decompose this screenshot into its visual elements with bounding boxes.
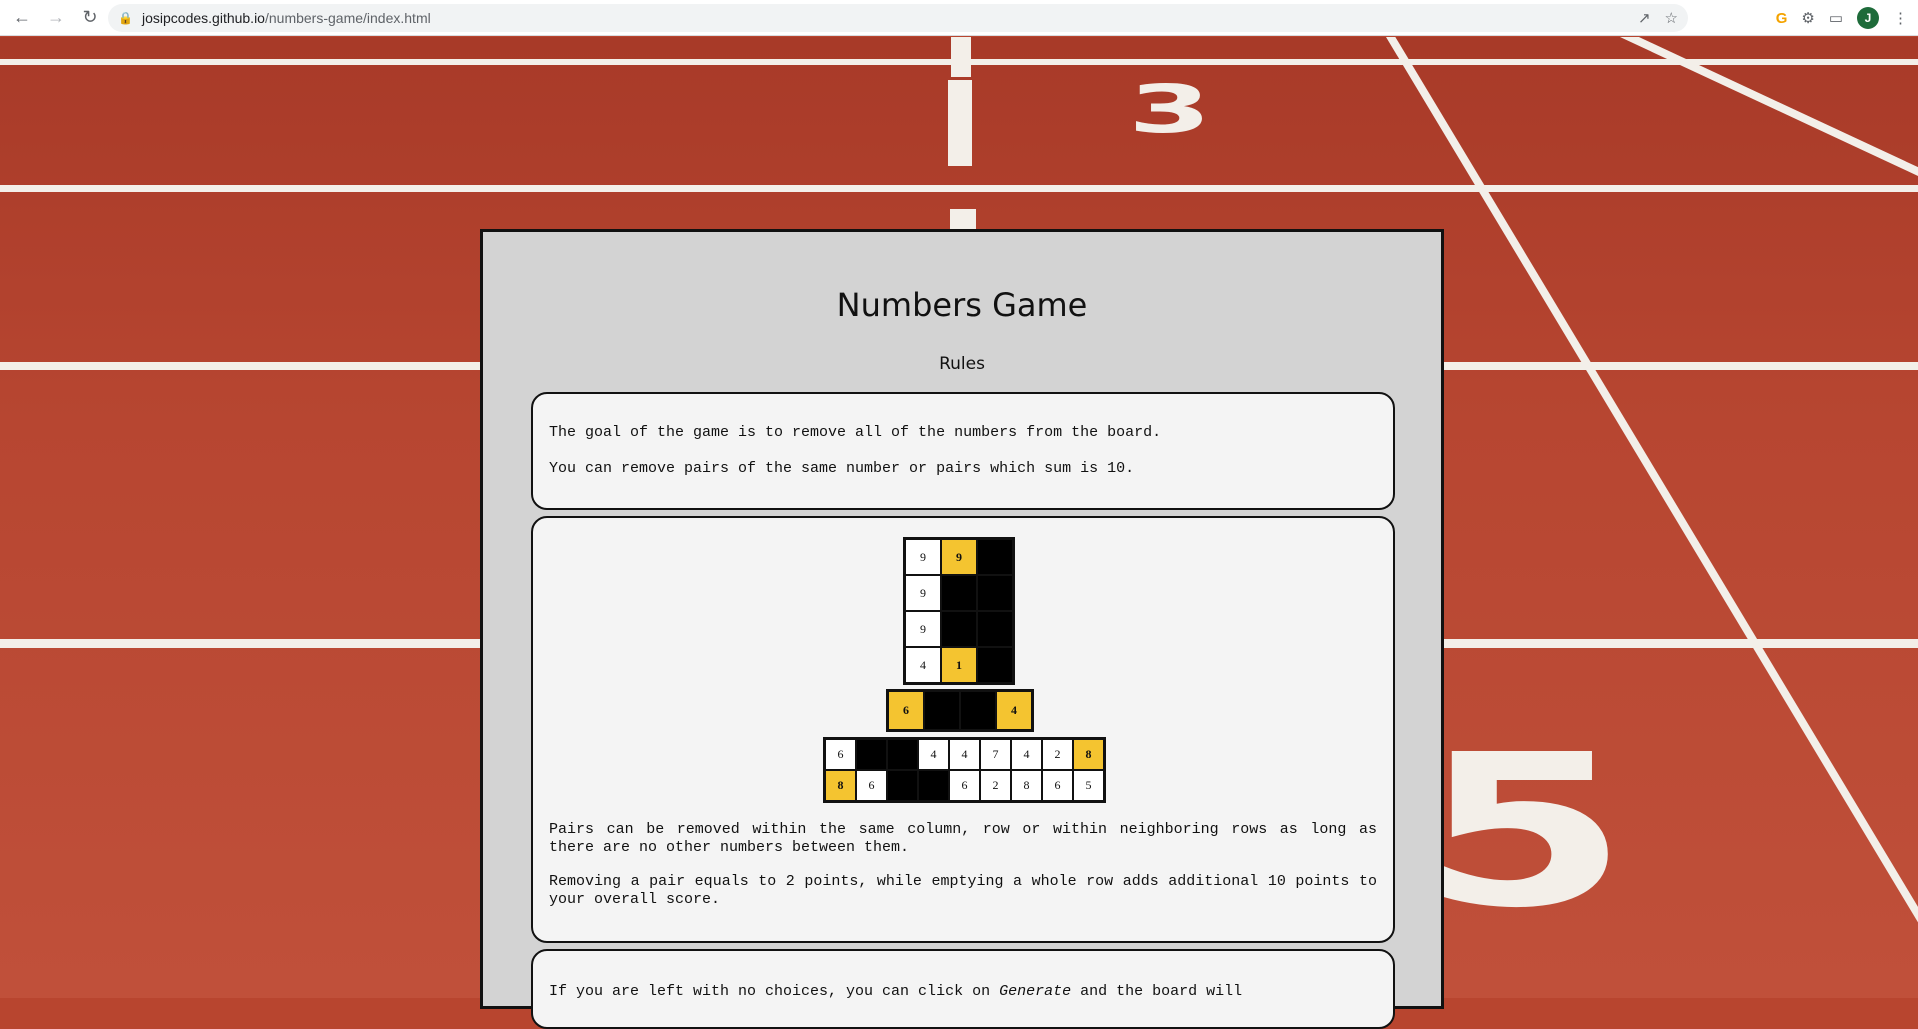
grid-cell-empty — [978, 648, 1012, 682]
grid-cell-empty — [961, 692, 995, 729]
share-icon[interactable]: ↗ — [1638, 9, 1651, 27]
grid-cell: 4 — [906, 648, 940, 682]
grid-cell-empty — [888, 740, 917, 769]
rules-generate-text-start: If you are left with no choices, you can… — [549, 983, 1000, 1000]
page-title: Numbers Game — [836, 286, 1088, 324]
generate-keyword: Generate — [999, 983, 1072, 1000]
grid-cell: 9 — [906, 612, 940, 646]
grid-cell-empty — [919, 771, 948, 800]
grid-cell: 2 — [981, 771, 1010, 800]
side-panel-icon[interactable]: ▭ — [1829, 9, 1843, 27]
reload-icon[interactable]: ↻ — [76, 4, 104, 32]
rules-pairs-text: You can remove pairs of the same number … — [549, 460, 1135, 477]
browser-toolbar: ← → ↻ 🔒 josipcodes.github.io/numbers-gam… — [0, 0, 1918, 36]
grid-cell: 6 — [889, 692, 923, 729]
grid-cell: 1 — [942, 648, 976, 682]
main-panel: Numbers Game Rules The goal of the game … — [480, 229, 1444, 1029]
rules-scoring-text: Removing a pair equals to 2 points, whil… — [549, 873, 1377, 908]
url-path: /numbers-game/index.html — [264, 10, 431, 26]
grid-cell-empty — [942, 612, 976, 646]
grid-cell: 7 — [981, 740, 1010, 769]
grid-cell: 4 — [997, 692, 1031, 729]
rules-card-examples: 999941 64 64474288662865 Pairs can be re… — [531, 516, 1395, 943]
rules-generate-text: If you are left with no choices, you can… — [549, 983, 1377, 1001]
column-example-grid: 999941 — [903, 537, 1015, 685]
extension-g-icon[interactable]: G — [1776, 10, 1788, 27]
bookmark-star-icon[interactable]: ☆ — [1665, 9, 1678, 27]
forward-icon[interactable]: → — [42, 4, 70, 32]
grid-cell: 6 — [826, 740, 855, 769]
extensions-area: G ⚙ ▭ J ⋮ — [1776, 4, 1908, 32]
grid-cell: 8 — [1012, 771, 1041, 800]
grid-cell-empty — [978, 540, 1012, 574]
lane-dash — [950, 209, 976, 229]
grid-cell: 9 — [942, 540, 976, 574]
url-text: josipcodes.github.io/numbers-game/index.… — [142, 10, 431, 26]
rules-heading: Rules — [939, 354, 985, 374]
row-example-grid: 64 — [886, 689, 1034, 732]
lane-dash — [948, 80, 972, 166]
rules-card-goal: The goal of the game is to remove all of… — [531, 392, 1395, 510]
lane-line — [0, 185, 1918, 192]
grid-cell-empty — [888, 771, 917, 800]
rules-card-generate: If you are left with no choices, you can… — [531, 949, 1395, 1029]
back-icon[interactable]: ← — [8, 4, 36, 32]
grid-cell: 4 — [950, 740, 979, 769]
rules-generate-text-end: and the board will — [1071, 983, 1243, 1000]
grid-cell: 9 — [906, 576, 940, 610]
grid-cell: 4 — [1012, 740, 1041, 769]
omnibox-actions: ↗ ☆ — [1638, 4, 1678, 32]
grid-cell: 6 — [857, 771, 886, 800]
grid-cell-empty — [942, 576, 976, 610]
menu-kebab-icon[interactable]: ⋮ — [1893, 9, 1908, 27]
rules-goal-text: The goal of the game is to remove all of… — [549, 424, 1162, 441]
grid-cell: 6 — [950, 771, 979, 800]
grid-cell-empty — [857, 740, 886, 769]
track-number-5: 5 — [1420, 709, 1629, 954]
grid-cell-empty — [925, 692, 959, 729]
lock-icon: 🔒 — [118, 11, 133, 25]
extensions-puzzle-icon[interactable]: ⚙ — [1801, 9, 1814, 27]
grid-cell-empty — [978, 612, 1012, 646]
lane-dash — [951, 37, 971, 77]
grid-cell-empty — [978, 576, 1012, 610]
grid-cell: 6 — [1043, 771, 1072, 800]
grid-cell: 4 — [919, 740, 948, 769]
grid-cell: 8 — [1074, 740, 1103, 769]
url-host: josipcodes.github.io — [142, 10, 265, 26]
neighbor-rows-example-grid: 64474288662865 — [823, 737, 1106, 803]
grid-cell: 5 — [1074, 771, 1103, 800]
rules-adjacency-text: Pairs can be removed within the same col… — [549, 821, 1377, 856]
grid-cell: 8 — [826, 771, 855, 800]
grid-cell: 2 — [1043, 740, 1072, 769]
track-number-3: 3 — [1128, 71, 1212, 148]
profile-avatar[interactable]: J — [1857, 7, 1879, 29]
lane-diagonal — [1620, 37, 1918, 232]
address-bar[interactable]: 🔒 josipcodes.github.io/numbers-game/inde… — [108, 4, 1688, 32]
grid-cell: 9 — [906, 540, 940, 574]
